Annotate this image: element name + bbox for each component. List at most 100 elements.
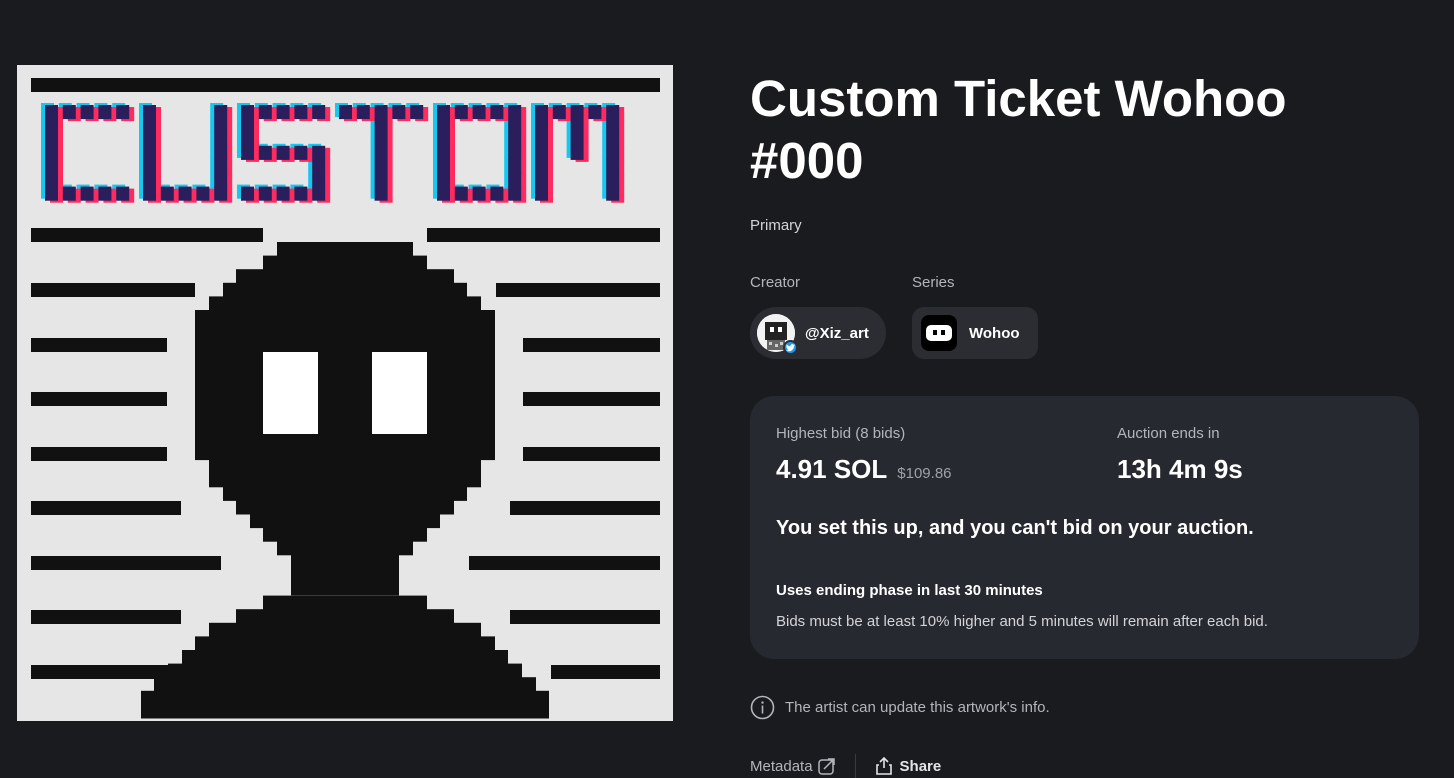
letter-pixel [258,186,272,201]
letter-pixel [241,105,254,120]
letter-pixel [143,132,156,147]
letter-pixel [312,159,326,174]
letter-pixel [214,173,228,188]
letter-pixel [258,105,272,120]
auction-owner-message: You set this up, and you can't bid on yo… [776,517,1254,539]
figure-pixel [263,527,427,542]
figure-pixel [277,242,413,257]
letter-pixel [535,132,548,147]
letter-pixel [116,186,130,201]
figure-pixel [195,446,495,461]
letter-pixel [62,186,76,201]
info-icon [750,695,775,720]
highest-bid-label: Highest bid (8 bids) [776,425,906,442]
letter-pixel [312,145,326,160]
art-line [496,283,660,297]
letter-pixel [116,105,130,120]
share-button[interactable]: Share [874,756,942,776]
letter-pixel [45,132,58,147]
figure-pixel [141,690,549,705]
figure-pixel [195,405,495,420]
letter-pixel [276,105,290,120]
letter-pixel [374,105,388,120]
letter-pixel [535,186,548,201]
letter-pixel [294,186,308,201]
figure-pixel [236,500,454,515]
creator-chip[interactable]: @Xiz_art [750,307,886,359]
letter-pixel [241,132,254,147]
figure-pixel [195,418,495,433]
letter-pixel [143,145,156,160]
letter-pixel [45,118,58,133]
letter-pixel [241,145,254,160]
letter-pixel [454,105,468,120]
art-line [510,610,660,624]
bid-usd: $109.86 [897,465,952,482]
letter-pixel [437,145,450,160]
letter-pixel [570,105,584,120]
letter-pixel [80,105,94,120]
series-chip[interactable]: Wohoo [912,307,1038,359]
letter-pixel [214,159,228,174]
letter-pixel [276,145,290,160]
letter-pixel [508,105,522,120]
letter-pixel [606,173,620,188]
letter-pixel [80,186,94,201]
figure-pixel [195,432,495,447]
letter-pixel [45,173,58,188]
figure-pixel [209,473,481,488]
share-icon [875,756,892,775]
letter-pixel [508,132,522,147]
info-text: The artist can update this artwork's inf… [785,699,1050,716]
letter-pixel [606,132,620,147]
art-line [31,556,221,570]
figure-pixel [263,255,427,270]
letter-pixel [98,105,112,120]
letter-pixel [143,173,156,188]
letter-pixel [437,132,450,147]
divider [854,754,856,778]
letter-pixel [214,145,228,160]
share-label: Share [899,757,942,775]
figure-pixel [195,323,495,338]
art-line [427,228,660,242]
figure-eye [372,352,427,434]
artwork-pixel-art [31,78,660,719]
figure-pixel [223,486,467,501]
figure-pixel [168,663,522,678]
letter-pixel [606,186,620,201]
letter-pixel [606,159,620,174]
letter-pixel [588,105,602,120]
letter-pixel [45,105,58,120]
figure-eye [263,352,318,434]
letter-pixel [258,145,272,160]
figure-pixel [291,554,399,569]
artwork-image[interactable] [17,65,673,721]
letter-pixel [535,145,548,160]
artwork-actions: Metadata Share [750,754,941,778]
art-line [510,501,660,515]
letter-pixel [374,173,388,188]
letter-pixel [143,118,156,133]
art-line [31,501,181,515]
letter-pixel [241,186,254,201]
letter-pixel [62,105,76,120]
series-icon [921,315,957,351]
series-name: Wohoo [969,324,1020,342]
letter-pixel [45,186,58,201]
art-line [31,338,167,352]
highest-bid-value: 4.91 SOL $109.86 [776,454,952,485]
letter-pixel [143,186,156,201]
figure-pixel [195,378,495,393]
letter-pixel [143,105,156,120]
letter-pixel [45,159,58,174]
letter-pixel [143,159,156,174]
letter-pixel [374,186,388,201]
letter-pixel [472,186,486,201]
figure-pixel [195,350,495,365]
twitter-icon [783,340,798,355]
letter-pixel [276,186,290,201]
art-line [523,447,660,461]
art-line [31,610,181,624]
metadata-link[interactable]: Metadata [750,756,837,776]
